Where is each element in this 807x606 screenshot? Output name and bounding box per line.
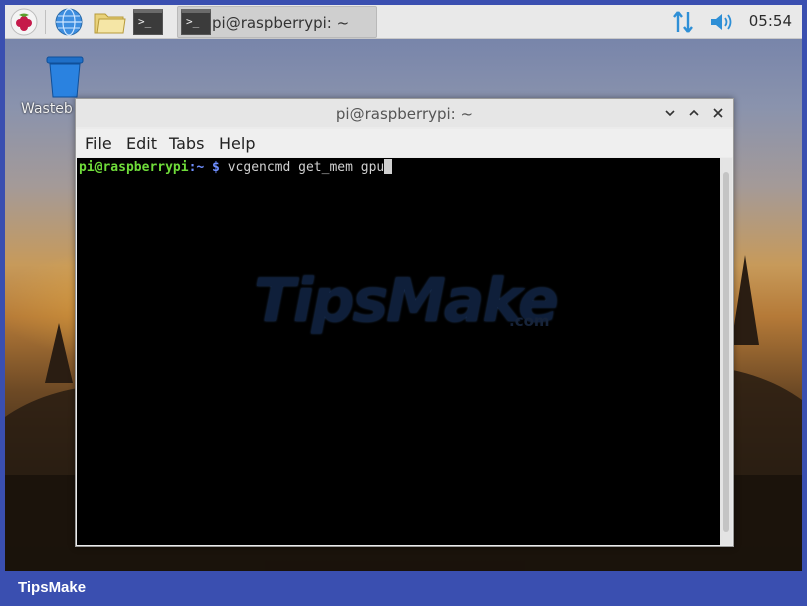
prompt-line: pi@raspberrypi:~ $ vcgencmd get_mem gpu [79, 159, 718, 175]
menubar: File Edit Tabs Help [76, 129, 733, 157]
menu-tabs[interactable]: Tabs [169, 134, 204, 153]
window-title: pi@raspberrypi: ~ [335, 105, 474, 123]
task-label: pi@raspberrypi: ~ [212, 14, 350, 32]
terminal-window: pi@raspberrypi: ~ File Edit Tabs Help pi… [75, 98, 734, 547]
terminal-icon[interactable]: >_ [133, 9, 163, 35]
volume-icon[interactable] [707, 8, 735, 36]
minimize-icon[interactable] [661, 104, 679, 122]
network-icon[interactable] [669, 8, 697, 36]
menu-edit[interactable]: Edit [126, 134, 157, 153]
clock[interactable]: 05:54 [749, 12, 792, 30]
window-titlebar[interactable]: pi@raspberrypi: ~ [76, 99, 733, 127]
vertical-scrollbar[interactable] [720, 158, 732, 545]
brand-label: TipsMake [18, 579, 87, 596]
close-icon[interactable] [709, 104, 727, 122]
taskbar-task-terminal[interactable]: >_ pi@raspberrypi: ~ [177, 6, 377, 38]
scrollbar-thumb[interactable] [723, 172, 729, 532]
maximize-icon[interactable] [685, 104, 703, 122]
terminal-output[interactable]: pi@raspberrypi:~ $ vcgencmd get_mem gpu … [77, 158, 720, 545]
menu-file[interactable]: File [85, 134, 112, 153]
file-manager-icon[interactable] [93, 8, 127, 36]
wastebasket-label: Wasteb [21, 101, 73, 117]
command-text: vcgencmd get_mem gpu [219, 160, 385, 175]
terminal-task-icon: >_ [181, 9, 211, 35]
web-browser-icon[interactable] [55, 8, 83, 36]
prompt-path: :~ [188, 160, 205, 175]
menu-help[interactable]: Help [219, 134, 255, 153]
prompt-dollar: $ [204, 160, 220, 175]
taskbar: >_ >_ pi@raspberrypi: ~ 05:54 [5, 5, 802, 39]
text-cursor [384, 159, 393, 174]
watermark-suffix: .com [509, 312, 550, 330]
wastebasket-icon[interactable] [42, 55, 88, 99]
raspberry-menu-icon[interactable] [10, 8, 38, 36]
prompt-user-host: pi@raspberrypi [79, 160, 189, 175]
brand-bar: TipsMake [0, 571, 807, 606]
